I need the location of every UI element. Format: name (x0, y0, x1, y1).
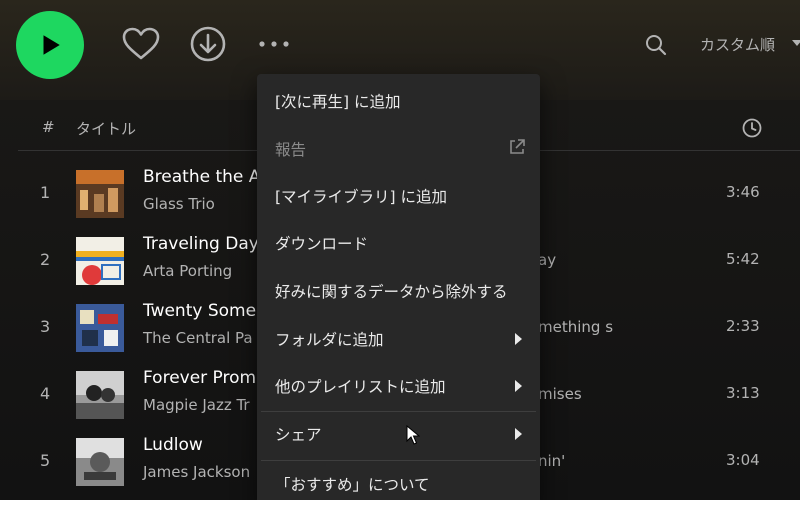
menu-item-label: [次に再生] に追加 (275, 93, 401, 111)
menu-item-add-to-playlist[interactable]: 他のプレイリストに追加 (257, 364, 540, 408)
download-button[interactable] (188, 24, 228, 64)
menu-item-label: 好みに関するデータから除外する (275, 283, 508, 301)
chevron-right-icon (515, 380, 522, 392)
album-art (76, 371, 124, 419)
track-title[interactable]: Breathe the A (143, 167, 260, 187)
album-art (76, 170, 124, 218)
menu-item-label: [マイライブラリ] に追加 (275, 188, 448, 206)
window-bottom-edge (0, 500, 800, 520)
column-number-header: # (42, 118, 55, 136)
search-button[interactable] (644, 33, 668, 57)
column-title-header[interactable]: タイトル (76, 118, 136, 139)
menu-item-share[interactable]: シェア (257, 412, 540, 456)
track-title[interactable]: Traveling Day (143, 234, 259, 254)
menu-item-exclude-from-taste[interactable]: 好みに関するデータから除外する (257, 269, 540, 313)
column-duration-header[interactable] (741, 117, 763, 139)
track-number: 5 (40, 451, 51, 470)
sort-dropdown[interactable]: カスタム順 (700, 34, 775, 55)
album-art (76, 237, 124, 285)
album-art (76, 438, 124, 486)
track-album[interactable]: ay (538, 251, 556, 269)
mouse-cursor-icon (406, 424, 421, 449)
track-album[interactable]: mises (538, 385, 582, 403)
menu-divider (261, 460, 536, 461)
menu-item-label: ダウンロード (275, 235, 369, 253)
chevron-right-icon (515, 333, 522, 345)
play-icon (43, 35, 60, 55)
track-artist[interactable]: The Central Pa (143, 329, 253, 347)
track-duration: 5:42 (726, 250, 760, 268)
more-icon (259, 41, 289, 47)
track-number: 2 (40, 250, 51, 269)
track-album[interactable]: mething s (538, 318, 613, 336)
track-album[interactable]: nin' (538, 452, 565, 470)
menu-item-label: 他のプレイリストに追加 (275, 378, 446, 396)
menu-item-label: 「おすすめ」について (275, 476, 430, 494)
menu-item-add-to-library[interactable]: [マイライブラリ] に追加 (257, 174, 540, 218)
track-title[interactable]: Forever Prom (143, 368, 256, 388)
search-icon (646, 35, 667, 56)
track-artist[interactable]: Glass Trio (143, 195, 215, 213)
play-button[interactable] (16, 11, 84, 79)
chevron-down-icon (792, 40, 800, 46)
more-options-button[interactable] (256, 34, 292, 54)
track-title[interactable]: Ludlow (143, 435, 203, 455)
download-icon (190, 26, 226, 62)
context-menu: [次に再生] に追加 報告 [マイライブラリ] に追加 ダウンロード 好みに関す… (257, 74, 540, 511)
track-duration: 2:33 (726, 317, 760, 335)
like-button[interactable] (120, 22, 162, 66)
track-number: 1 (40, 183, 51, 202)
track-number: 4 (40, 384, 51, 403)
menu-item-add-to-queue[interactable]: [次に再生] に追加 (257, 79, 540, 123)
track-duration: 3:46 (726, 183, 760, 201)
menu-item-add-to-folder[interactable]: フォルダに追加 (257, 317, 540, 361)
external-link-icon (508, 138, 526, 160)
menu-item-report[interactable]: 報告 (257, 127, 540, 171)
menu-item-label: 報告 (275, 141, 307, 159)
track-artist[interactable]: Arta Porting (143, 262, 232, 280)
menu-item-download[interactable]: ダウンロード (257, 221, 540, 265)
chevron-right-icon (515, 428, 522, 440)
track-artist[interactable]: Magpie Jazz Tr (143, 396, 250, 414)
track-number: 3 (40, 317, 51, 336)
track-title[interactable]: Twenty Some (143, 301, 256, 321)
menu-item-label: シェア (275, 426, 322, 444)
menu-item-label: フォルダに追加 (275, 331, 384, 349)
heart-icon (122, 27, 160, 60)
album-art (76, 304, 124, 352)
track-duration: 3:13 (726, 384, 760, 402)
clock-icon (742, 118, 762, 138)
track-duration: 3:04 (726, 451, 760, 469)
track-artist[interactable]: James Jackson (143, 463, 250, 481)
